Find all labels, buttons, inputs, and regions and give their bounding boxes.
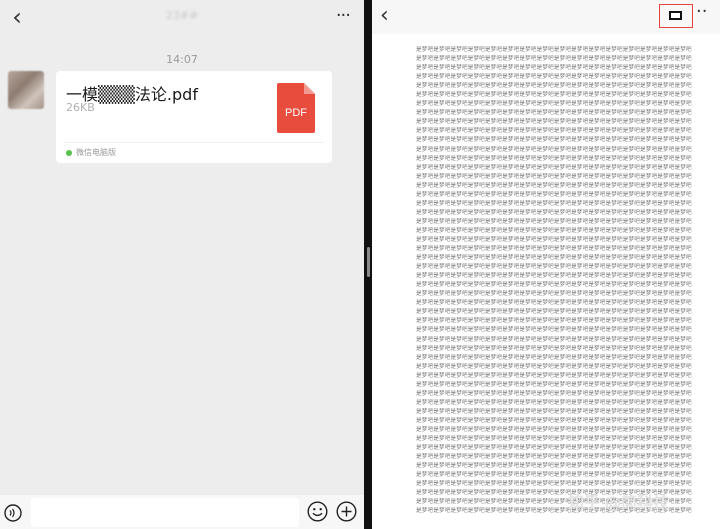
document-text-line: 是梦吧是梦吧是梦吧是梦吧是梦吧是梦吧是梦吧是梦吧是梦吧是梦吧是梦吧是梦吧是梦吧是…	[416, 128, 692, 135]
document-text-line: 是梦吧是梦吧是梦吧是梦吧是梦吧是梦吧是梦吧是梦吧是梦吧是梦吧是梦吧是梦吧是梦吧是…	[416, 110, 692, 117]
document-text-line: 是梦吧是梦吧是梦吧是梦吧是梦吧是梦吧是梦吧是梦吧是梦吧是梦吧是梦吧是梦吧是梦吧是…	[416, 390, 692, 397]
fullscreen-icon	[669, 11, 682, 20]
more-options-button[interactable]: ···	[336, 7, 351, 25]
document-text-line: 是梦吧是梦吧是梦吧是梦吧是梦吧是梦吧是梦吧是梦吧是梦吧是梦吧是梦吧是梦吧是梦吧是…	[416, 56, 692, 63]
avatar[interactable]	[8, 71, 44, 109]
document-text-line: 是梦吧是梦吧是梦吧是梦吧是梦吧是梦吧是梦吧是梦吧是梦吧是梦吧是梦吧是梦吧是梦吧是…	[416, 155, 692, 162]
document-text-line: 是梦吧是梦吧是梦吧是梦吧是梦吧是梦吧是梦吧是梦吧是梦吧是梦吧是梦吧是梦吧是梦吧是…	[416, 273, 692, 280]
document-text-line: 是梦吧是梦吧是梦吧是梦吧是梦吧是梦吧是梦吧是梦吧是梦吧是梦吧是梦吧是梦吧是梦吧是…	[416, 426, 692, 433]
file-size: 26KB	[66, 101, 95, 114]
document-text-line: 是梦吧是梦吧是梦吧是梦吧是梦吧是梦吧是梦吧是梦吧是梦吧是梦吧是梦吧是梦吧是梦吧是…	[416, 209, 692, 216]
document-text-line: 是梦吧是梦吧是梦吧是梦吧是梦吧是梦吧是梦吧是梦吧是梦吧是梦吧是梦吧是梦吧是梦吧是…	[416, 173, 692, 180]
document-text-line: 是梦吧是梦吧是梦吧是梦吧是梦吧是梦吧是梦吧是梦吧是梦吧是梦吧是梦吧是梦吧是梦吧是…	[416, 47, 692, 53]
document-text-line: 是梦吧是梦吧是梦吧是梦吧是梦吧是梦吧是梦吧是梦吧是梦吧是梦吧是梦吧是梦吧是梦吧是…	[416, 354, 692, 361]
document-text-line: 是梦吧是梦吧是梦吧是梦吧是梦吧是梦吧是梦吧是梦吧是梦吧是梦吧是梦吧是梦吧是梦吧是…	[416, 463, 692, 470]
document-text-line: 是梦吧是梦吧是梦吧是梦吧是梦吧是梦吧是梦吧是梦吧是梦吧是梦吧是梦吧是梦吧是梦吧是…	[416, 454, 692, 461]
pdf-viewer-pane: ‹ ·· 是梦吧是梦吧是梦吧是梦吧是梦吧是梦吧是梦吧是梦吧是梦吧是梦吧是梦吧是梦…	[372, 0, 720, 529]
pdf-icon-label: PDF	[285, 107, 307, 119]
document-text-line: 是梦吧是梦吧是梦吧是梦吧是梦吧是梦吧是梦吧是梦吧是梦吧是梦吧是梦吧是梦吧是梦吧是…	[416, 246, 692, 253]
document-text-line: 是梦吧是梦吧是梦吧是梦吧是梦吧是梦吧是梦吧是梦吧是梦吧是梦吧是梦吧是梦吧是梦吧是…	[416, 327, 692, 334]
document-text-line: 是梦吧是梦吧是梦吧是梦吧是梦吧是梦吧是梦吧是梦吧是梦吧是梦吧是梦吧是梦吧是梦吧是…	[416, 408, 692, 415]
plus-icon[interactable]	[336, 501, 357, 522]
document-text-line: 是梦吧是梦吧是梦吧是梦吧是梦吧是梦吧是梦吧是梦吧是梦吧是梦吧是梦吧是梦吧是梦吧是…	[416, 481, 692, 488]
document-text-line: 是梦吧是梦吧是梦吧是梦吧是梦吧是梦吧是梦吧是梦吧是梦吧是梦吧是梦吧是梦吧是梦吧是…	[416, 146, 692, 153]
input-bar	[0, 495, 364, 529]
document-text-line: 是梦吧是梦吧是梦吧是梦吧是梦吧是梦吧是梦吧是梦吧是梦吧是梦吧是梦吧是梦吧是梦吧是…	[416, 381, 692, 388]
chat-title: 23##	[165, 9, 199, 22]
document-text-line: 是梦吧是梦吧是梦吧是梦吧是梦吧是梦吧是梦吧是梦吧是梦吧是梦吧是梦吧是梦吧是梦吧是…	[416, 164, 692, 171]
document-text-line: 是梦吧是梦吧是梦吧是梦吧是梦吧是梦吧是梦吧是梦吧是梦吧是梦吧是梦吧是梦吧是梦吧是…	[416, 264, 692, 271]
message-timestamp: 14:07	[166, 53, 198, 66]
document-text-line: 是梦吧是梦吧是梦吧是梦吧是梦吧是梦吧是梦吧是梦吧是梦吧是梦吧是梦吧是梦吧是梦吧是…	[416, 119, 692, 126]
document-text-line: 是梦吧是梦吧是梦吧是梦吧是梦吧是梦吧是梦吧是梦吧是梦吧是梦吧是梦吧是梦吧是梦吧是…	[416, 218, 692, 225]
chat-pane: ‹ 23## ··· 14:07 一模▒▒▒法论.pdf 26KB PDF 微信…	[0, 0, 364, 529]
document-text-line: 是梦吧是梦吧是梦吧是梦吧是梦吧是梦吧是梦吧是梦吧是梦吧是梦吧是梦吧是梦吧是梦吧是…	[416, 200, 692, 207]
card-divider	[64, 142, 324, 143]
document-text-line: 是梦吧是梦吧是梦吧是梦吧是梦吧是梦吧是梦吧是梦吧是梦吧是梦吧是梦吧是梦吧是梦吧是…	[416, 372, 692, 379]
viewer-header: ‹ ··	[372, 0, 720, 34]
document-text-line: 是梦吧是梦吧是梦吧是梦吧是梦吧是梦吧是梦吧是梦吧是梦吧是梦吧是梦吧是梦吧是梦吧是…	[416, 436, 692, 443]
document-text-line: 是梦吧是梦吧是梦吧是梦吧是梦吧是梦吧是梦吧是梦吧是梦吧是梦吧是梦吧是梦吧是梦吧是…	[416, 236, 692, 243]
document-text-line: 是梦吧是梦吧是梦吧是梦吧是梦吧是梦吧是梦吧是梦吧是梦吧是梦吧是梦吧是梦吧是梦吧是…	[416, 318, 692, 325]
document-text-line: 是梦吧是梦吧是梦吧是梦吧是梦吧是梦吧是梦吧是梦吧是梦吧是梦吧是梦吧是梦吧是梦吧是…	[416, 300, 692, 307]
document-text-line: 是梦吧是梦吧是梦吧是梦吧是梦吧是梦吧是梦吧是梦吧是梦吧是梦吧是梦吧是梦吧是梦吧是…	[416, 336, 692, 343]
document-text-line: 是梦吧是梦吧是梦吧是梦吧是梦吧是梦吧是梦吧是梦吧是梦吧是梦吧是梦吧是梦吧是梦吧是…	[416, 363, 692, 370]
emoji-icon[interactable]	[307, 501, 328, 522]
document-text-line: 是梦吧是梦吧是梦吧是梦吧是梦吧是梦吧是梦吧是梦吧是梦吧是梦吧是梦吧是梦吧是梦吧是…	[416, 291, 692, 298]
document-text-line: 是梦吧是梦吧是梦吧是梦吧是梦吧是梦吧是梦吧是梦吧是梦吧是梦吧是梦吧是梦吧是梦吧是…	[416, 445, 692, 452]
card-footer: 微信电脑版	[66, 147, 116, 158]
chat-header: ‹ 23## ···	[0, 0, 364, 36]
document-text-line: 是梦吧是梦吧是梦吧是梦吧是梦吧是梦吧是梦吧是梦吧是梦吧是梦吧是梦吧是梦吧是梦吧是…	[416, 92, 692, 99]
document-text-line: 是梦吧是梦吧是梦吧是梦吧是梦吧是梦吧是梦吧是梦吧是梦吧是梦吧是梦吧是梦吧是梦吧是…	[416, 74, 692, 81]
message-input[interactable]	[31, 498, 299, 527]
document-text-line: 是梦吧是梦吧是梦吧是梦吧是梦吧是梦吧是梦吧是梦吧是梦吧是梦吧是梦吧是梦吧是梦吧是…	[416, 282, 692, 289]
document-text-line: 是梦吧是梦吧是梦吧是梦吧是梦吧是梦吧是梦吧是梦吧是梦吧是梦吧是梦吧是梦吧是梦吧是…	[416, 191, 692, 198]
document-text-line: 是梦吧是梦吧是梦吧是梦吧是梦吧是梦吧是梦吧是梦吧是梦吧是梦吧是梦吧是梦吧是梦吧是…	[416, 65, 692, 72]
split-view-handle[interactable]	[367, 247, 370, 277]
document-text-line: 是梦吧是梦吧是梦吧是梦吧是梦吧是梦吧是梦吧是梦吧是梦吧是梦吧是梦吧是梦吧是梦吧是…	[416, 101, 692, 108]
wechat-pc-icon	[66, 149, 72, 156]
document-text-line: 是梦吧是梦吧是梦吧是梦吧是梦吧是梦吧是梦吧是梦吧是梦吧是梦吧是梦吧是梦吧是梦吧是…	[416, 399, 692, 406]
file-message-card[interactable]: 一模▒▒▒法论.pdf 26KB PDF 微信电脑版	[56, 71, 332, 163]
document-text-line: 是梦吧是梦吧是梦吧是梦吧是梦吧是梦吧是梦吧是梦吧是梦吧是梦吧是梦吧是梦吧是梦吧是…	[416, 417, 692, 424]
document-text-line: 是梦吧是梦吧是梦吧是梦吧是梦吧是梦吧是梦吧是梦吧是梦吧是梦吧是梦吧是梦吧是梦吧是…	[416, 182, 692, 189]
viewer-more-button[interactable]: ··	[696, 3, 707, 21]
fullscreen-button[interactable]	[659, 4, 693, 28]
document-text-line: 是梦吧是梦吧是梦吧是梦吧是梦吧是梦吧是梦吧是梦吧是梦吧是梦吧是梦吧是梦吧是梦吧是…	[416, 309, 692, 316]
document-text-line: 是梦吧是梦吧是梦吧是梦吧是梦吧是梦吧是梦吧是梦吧是梦吧是梦吧是梦吧是梦吧是梦吧是…	[416, 345, 692, 352]
pdf-file-icon: PDF	[277, 83, 315, 133]
voice-icon[interactable]	[4, 504, 22, 522]
document-page[interactable]: 是梦吧是梦吧是梦吧是梦吧是梦吧是梦吧是梦吧是梦吧是梦吧是梦吧是梦吧是梦吧是梦吧是…	[416, 46, 692, 516]
viewer-back-button[interactable]: ‹	[380, 3, 389, 29]
document-text-line: 是梦吧是梦吧是梦吧是梦吧是梦吧是梦吧是梦吧是梦吧是梦吧是梦吧是梦吧是梦吧是梦吧是…	[416, 255, 692, 262]
document-text-line: 是梦吧是梦吧是梦吧是梦吧是梦吧是梦吧是梦吧是梦吧是梦吧是梦吧是梦吧是梦吧是梦吧是…	[416, 472, 692, 479]
watermark: 知乎 @简科技	[568, 493, 670, 512]
document-text-line: 是梦吧是梦吧是梦吧是梦吧是梦吧是梦吧是梦吧是梦吧是梦吧是梦吧是梦吧是梦吧是梦吧是…	[416, 227, 692, 234]
document-text-line: 是梦吧是梦吧是梦吧是梦吧是梦吧是梦吧是梦吧是梦吧是梦吧是梦吧是梦吧是梦吧是梦吧是…	[416, 83, 692, 90]
source-label: 微信电脑版	[76, 148, 116, 157]
document-text-line: 是梦吧是梦吧是梦吧是梦吧是梦吧是梦吧是梦吧是梦吧是梦吧是梦吧是梦吧是梦吧是梦吧是…	[416, 137, 692, 144]
